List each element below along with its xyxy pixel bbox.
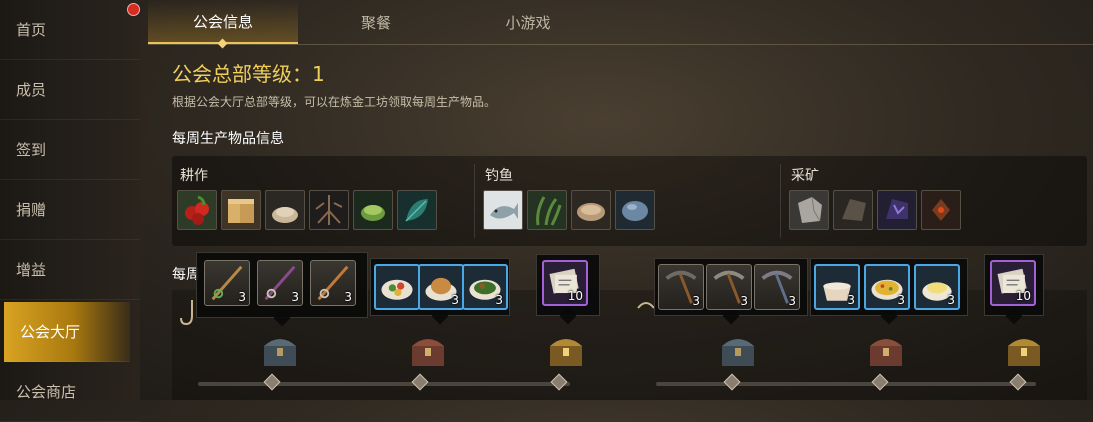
milestone-track xyxy=(656,382,1036,386)
item-quantity: 3 xyxy=(238,290,246,304)
pickaxe-icon[interactable]: 3 xyxy=(706,264,752,310)
sidebar-item-guild-hall[interactable]: 公会大厅 xyxy=(4,302,130,362)
fishing-rod-icon[interactable]: 3 xyxy=(204,260,250,306)
milestone-track xyxy=(198,382,570,386)
roots-icon[interactable] xyxy=(309,190,349,230)
sidebar-item-buffs[interactable]: 增益 xyxy=(0,240,140,300)
ticket-icon[interactable]: 10 xyxy=(990,260,1036,306)
chest-icon[interactable] xyxy=(408,332,448,368)
tab-guild-info[interactable]: 公会信息 xyxy=(148,0,298,49)
ticket-icon[interactable]: 10 xyxy=(542,260,588,306)
sidebar-item-label: 捐赠 xyxy=(16,201,47,219)
sidebar-item-label: 签到 xyxy=(16,141,47,159)
seaweed-icon[interactable] xyxy=(527,190,567,230)
guild-level-description: 根据公会大厅总部等级，可以在炼金工坊领取每周生产物品。 xyxy=(172,95,497,109)
weekly-production-title: 每周生产物品信息 xyxy=(172,131,284,147)
sidebar: 首页 成员 签到 捐赠 增益 公会大厅 公会商店 xyxy=(0,0,140,422)
fishing-rod-icon[interactable]: 3 xyxy=(310,260,356,306)
sidebar-item-donate[interactable]: 捐赠 xyxy=(0,180,140,240)
notification-dot xyxy=(127,3,140,16)
item-quantity: 3 xyxy=(740,294,748,308)
tab-bar: 公会信息 聚餐 小游戏 xyxy=(148,0,1093,49)
pickaxe-icon[interactable]: 3 xyxy=(658,264,704,310)
pickaxe-mark-icon xyxy=(637,302,655,309)
divider xyxy=(780,164,781,238)
item-quantity: 3 xyxy=(947,293,955,307)
item-quantity: 3 xyxy=(344,290,352,304)
chest-icon[interactable] xyxy=(260,332,300,368)
pudding-bowl-icon[interactable]: 3 xyxy=(914,264,960,310)
group-label-mining: 采矿 xyxy=(791,168,819,184)
salad-dish-icon[interactable] xyxy=(374,264,420,310)
item-quantity: 3 xyxy=(897,293,905,307)
sidebar-item-members[interactable]: 成员 xyxy=(0,60,140,120)
item-quantity: 10 xyxy=(1015,289,1031,303)
dark-ore-icon[interactable] xyxy=(833,190,873,230)
item-quantity: 3 xyxy=(495,293,503,307)
sidebar-item-home[interactable]: 首页 xyxy=(0,0,140,60)
sidebar-item-label: 公会大厅 xyxy=(20,323,81,341)
stone-block-icon[interactable] xyxy=(789,190,829,230)
group-label-fishing: 钓鱼 xyxy=(485,168,513,184)
blue-stone-icon[interactable] xyxy=(615,190,655,230)
shell-icon[interactable] xyxy=(571,190,611,230)
tab-feast[interactable]: 聚餐 xyxy=(328,0,424,44)
item-quantity: 10 xyxy=(567,289,583,303)
tab-label: 公会信息 xyxy=(192,12,253,31)
item-quantity: 3 xyxy=(788,294,796,308)
sidebar-item-label: 增益 xyxy=(16,261,47,279)
item-quantity: 3 xyxy=(847,293,855,307)
guild-level-title: 公会总部等级：1 xyxy=(172,62,325,86)
fish-icon[interactable] xyxy=(483,190,523,230)
soup-bowl-icon[interactable]: 3 xyxy=(814,264,860,310)
chest-icon[interactable] xyxy=(718,332,758,368)
red-gem-icon[interactable] xyxy=(921,190,961,230)
fried-rice-icon[interactable]: 3 xyxy=(864,264,910,310)
sidebar-item-label: 成员 xyxy=(16,81,47,99)
item-quantity: 3 xyxy=(451,293,459,307)
item-quantity: 3 xyxy=(291,290,299,304)
active-tab-indicator xyxy=(217,38,228,49)
fishing-hook-icon xyxy=(180,300,193,326)
sidebar-item-checkin[interactable]: 签到 xyxy=(0,120,140,180)
chest-icon[interactable] xyxy=(866,332,906,368)
group-label-farming: 耕作 xyxy=(180,168,208,184)
greens-dish-icon[interactable]: 3 xyxy=(462,264,508,310)
item-quantity: 3 xyxy=(692,294,700,308)
bread-dish-icon[interactable]: 3 xyxy=(418,264,464,310)
fishing-rod-icon[interactable]: 3 xyxy=(257,260,303,306)
apple-icon[interactable] xyxy=(177,190,217,230)
wood-planks-icon[interactable] xyxy=(221,190,261,230)
purple-ore-icon[interactable] xyxy=(877,190,917,230)
chest-icon[interactable] xyxy=(1004,332,1044,368)
chest-icon[interactable] xyxy=(546,332,586,368)
pickaxe-icon[interactable]: 3 xyxy=(754,264,800,310)
teal-leaf-icon[interactable] xyxy=(397,190,437,230)
sidebar-item-label: 首页 xyxy=(16,21,47,39)
sidebar-item-label: 公会商店 xyxy=(16,383,77,401)
divider xyxy=(474,164,475,238)
herb-bowl-icon[interactable] xyxy=(353,190,393,230)
tab-mini-games[interactable]: 小游戏 xyxy=(478,0,578,44)
sidebar-item-guild-shop[interactable]: 公会商店 xyxy=(0,362,140,422)
tab-label: 小游戏 xyxy=(505,13,551,32)
tab-label: 聚餐 xyxy=(360,13,391,32)
grain-icon[interactable] xyxy=(265,190,305,230)
